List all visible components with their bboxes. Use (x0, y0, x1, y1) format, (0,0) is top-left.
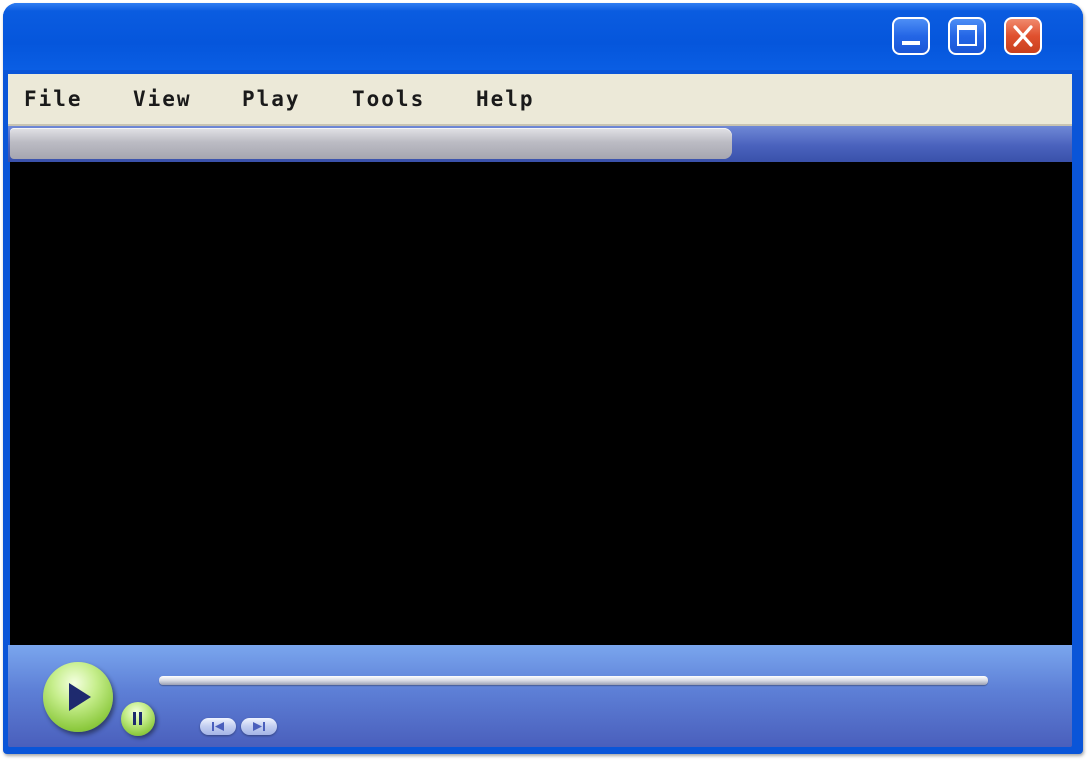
play-button[interactable] (43, 662, 113, 732)
media-player-window: File View Play Tools Help (3, 3, 1083, 754)
next-track-button[interactable] (241, 718, 277, 735)
title-bar[interactable] (3, 3, 1083, 70)
playback-controls (8, 645, 1072, 747)
menu-item-help[interactable]: Help (476, 87, 535, 111)
minimize-button[interactable] (892, 17, 930, 55)
pause-icon (133, 712, 142, 725)
next-track-icon (253, 722, 265, 731)
menu-item-file[interactable]: File (24, 87, 83, 111)
previous-track-button[interactable] (200, 718, 236, 735)
close-icon (1013, 25, 1033, 47)
video-display-area[interactable] (10, 162, 1072, 645)
maximize-icon (957, 25, 977, 46)
toolbar-panel (10, 128, 732, 159)
play-icon (69, 683, 91, 711)
pause-button[interactable] (121, 702, 155, 736)
toolbar-strip (8, 126, 1072, 162)
maximize-button[interactable] (948, 17, 986, 55)
menu-item-view[interactable]: View (133, 87, 192, 111)
menu-bar: File View Play Tools Help (8, 74, 1072, 126)
previous-track-icon (212, 722, 224, 731)
minimize-icon (902, 41, 920, 45)
close-button[interactable] (1004, 17, 1042, 55)
seek-bar[interactable] (159, 676, 988, 685)
menu-item-play[interactable]: Play (242, 87, 301, 111)
menu-item-tools[interactable]: Tools (352, 87, 425, 111)
